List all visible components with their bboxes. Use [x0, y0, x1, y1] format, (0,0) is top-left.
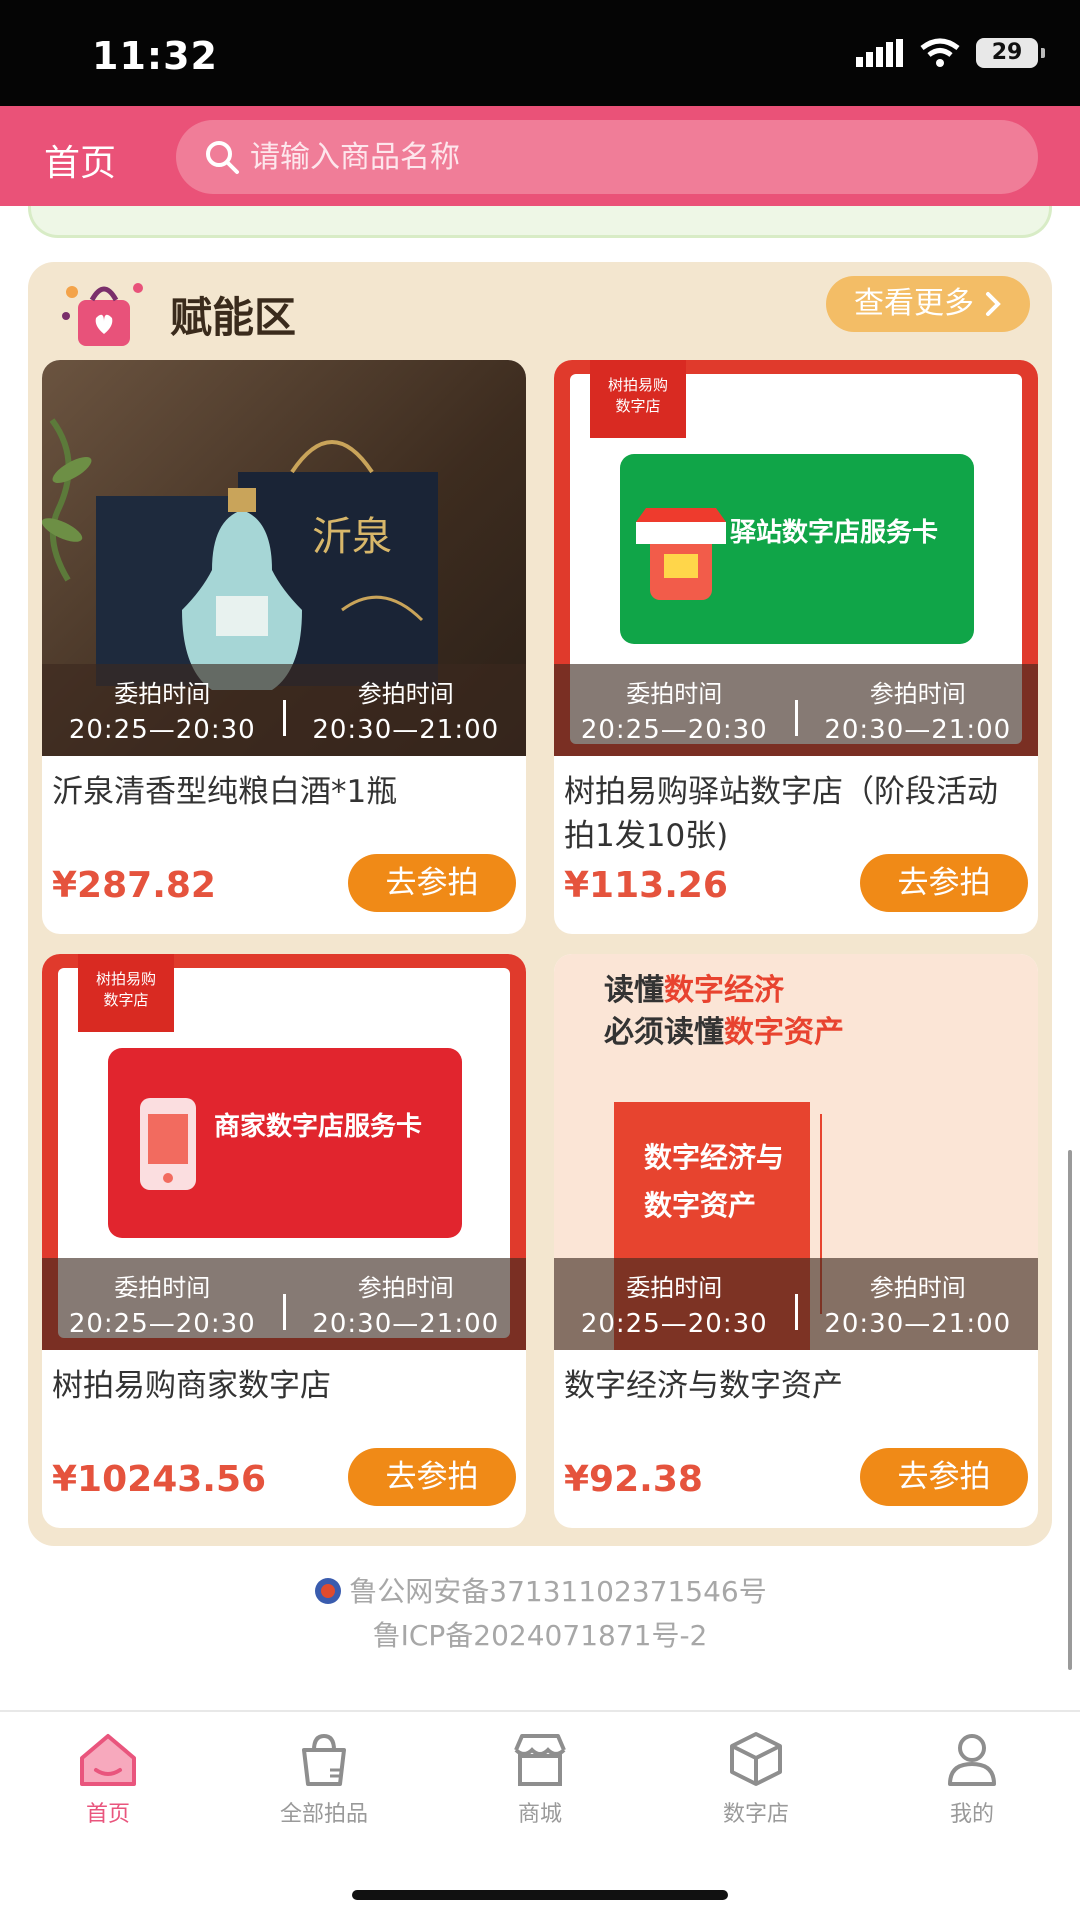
bid-time-label: 参拍时间 — [869, 680, 966, 708]
tab-digital-store[interactable]: 数字店 — [676, 1730, 836, 1828]
home-icon — [80, 1734, 136, 1786]
shop-illustration — [636, 508, 726, 600]
wifi-icon — [920, 38, 960, 67]
consign-time-label: 委拍时间 — [114, 1274, 211, 1302]
product-name: 树拍易购驿站数字店（阶段活动拍1发10张) — [564, 774, 998, 854]
consign-time: 20:25—20:30 — [580, 715, 768, 745]
book-title: 数字经济与数字资产 — [644, 1141, 785, 1222]
icp-record[interactable]: 鲁ICP备2024071871号-2 — [0, 1614, 1080, 1654]
battery-icon: 29 — [976, 38, 1045, 68]
product-name: 数字经济与数字资产 — [564, 1368, 843, 1404]
bid-button[interactable]: 去参拍 — [348, 1448, 516, 1506]
chevron-right-icon — [986, 292, 1001, 316]
product-price: ¥92.38 — [564, 1459, 703, 1500]
search-input[interactable] — [250, 139, 950, 175]
home-indicator[interactable] — [352, 1890, 728, 1900]
phone-illustration — [140, 1098, 196, 1190]
bid-time: 20:30—21:00 — [312, 1309, 500, 1339]
image-card-title: 商家数字店服务卡 — [214, 1112, 423, 1142]
empowerment-section: 赋能区 查看更多 沂泉 委拍时间 20:25—20:30 参拍时间 20:30—… — [28, 262, 1052, 1546]
image-card-title: 驿站数字店服务卡 — [730, 518, 939, 548]
image-brand-sub: 数字店 — [615, 397, 661, 415]
search-icon — [206, 141, 239, 174]
product-price: ¥10243.56 — [52, 1459, 267, 1500]
cube-icon — [730, 1732, 782, 1786]
view-more-button[interactable]: 查看更多 — [826, 276, 1030, 332]
book-headline-d: 数字资产 — [724, 1015, 844, 1050]
bid-time: 20:30—21:00 — [312, 715, 500, 745]
tab-label: 首页 — [85, 1802, 130, 1827]
bid-button[interactable]: 去参拍 — [348, 854, 516, 912]
store-icon — [514, 1734, 566, 1786]
image-brand-text: 沂泉 — [312, 514, 392, 560]
product-image: 树拍易购 数字店 驿站数字店服务卡 委拍时间 20:25—20:30 参拍时间 20… — [554, 360, 1038, 756]
tab-home[interactable]: 首页 — [28, 1730, 188, 1828]
product-image: 读懂数字经济 必须读懂数字资产 数字经济与数字资产 委拍时间 20:25—20:3… — [554, 954, 1038, 1350]
police-badge-icon — [315, 1578, 342, 1604]
tab-label: 数字店 — [722, 1802, 789, 1827]
consign-time-label: 委拍时间 — [114, 680, 211, 708]
status-bar: 11:32 29 — [0, 0, 1080, 106]
bid-time-label: 参拍时间 — [869, 1274, 966, 1302]
product-price: ¥287.82 — [52, 865, 216, 906]
gift-bag-icon — [62, 283, 143, 346]
product-image: 树拍易购 数字店 商家数字店服务卡 委拍时间 20:25—20:30 参拍时间 20… — [42, 954, 526, 1350]
product-name: 树拍易购商家数字店 — [52, 1368, 331, 1404]
book-headline-a: 读懂 — [604, 973, 664, 1008]
product-card[interactable]: 读懂数字经济 必须读懂数字资产 数字经济与数字资产 委拍时间 20:25—20:3… — [554, 954, 1038, 1528]
user-icon — [948, 1734, 996, 1786]
product-card[interactable]: 沂泉 委拍时间 20:25—20:30 参拍时间 20:30—21:00 沂泉清香型… — [42, 360, 526, 934]
bid-time: 20:30—21:00 — [824, 715, 1012, 745]
tab-mall[interactable]: 商城 — [460, 1730, 620, 1828]
scrollbar[interactable] — [1068, 1150, 1072, 1670]
bottom-tab-bar: 首页 全部拍品 商城 数字店 我的 — [0, 1710, 1080, 1920]
image-brand: 树拍易购 — [607, 376, 668, 394]
search-bar[interactable] — [176, 120, 1038, 194]
consign-time-label: 委拍时间 — [626, 680, 723, 708]
consign-time: 20:25—20:30 — [68, 715, 256, 745]
police-record-text: 鲁公网安备37131102371546号 — [349, 1575, 767, 1608]
view-more-label: 查看更多 — [854, 286, 974, 321]
book-headline-b: 数字经济 — [664, 973, 784, 1008]
book-headline-c: 必须读懂 — [604, 1015, 724, 1050]
bid-button[interactable]: 去参拍 — [860, 854, 1028, 912]
image-brand-sub: 数字店 — [103, 991, 149, 1009]
tab-label: 全部拍品 — [279, 1802, 368, 1827]
tab-label: 商城 — [517, 1802, 562, 1827]
bid-time: 20:30—21:00 — [824, 1309, 1012, 1339]
status-time: 11:32 — [92, 34, 218, 78]
bid-button[interactable]: 去参拍 — [860, 1448, 1028, 1506]
bid-time-label: 参拍时间 — [357, 680, 454, 708]
product-card[interactable]: 树拍易购 数字店 驿站数字店服务卡 委拍时间 20:25—20:30 参拍时间 20… — [554, 360, 1038, 934]
previous-section-bottom — [28, 206, 1052, 238]
bid-time-label: 参拍时间 — [357, 1274, 454, 1302]
consign-time-label: 委拍时间 — [626, 1274, 723, 1302]
tab-mine[interactable]: 我的 — [892, 1730, 1052, 1828]
signal-icon — [856, 39, 903, 67]
product-image: 沂泉 委拍时间 20:25—20:30 参拍时间 20:30—21:00 — [42, 360, 526, 756]
tab-all-items[interactable]: 全部拍品 — [244, 1730, 404, 1828]
consign-time: 20:25—20:30 — [68, 1309, 256, 1339]
section-title: 赋能区 — [170, 293, 297, 342]
page-title: 首页 — [44, 143, 117, 184]
bag-icon — [302, 1733, 346, 1786]
product-price: ¥113.26 — [564, 865, 728, 906]
police-record[interactable]: 鲁公网安备37131102371546号 — [0, 1570, 1080, 1610]
image-brand: 树拍易购 — [95, 970, 156, 988]
product-card[interactable]: 树拍易购 数字店 商家数字店服务卡 委拍时间 20:25—20:30 参拍时间 20… — [42, 954, 526, 1528]
tab-label: 我的 — [949, 1802, 994, 1827]
consign-time: 20:25—20:30 — [580, 1309, 768, 1339]
header: 首页 — [0, 106, 1080, 206]
product-name: 沂泉清香型纯粮白酒*1瓶 — [52, 774, 398, 810]
